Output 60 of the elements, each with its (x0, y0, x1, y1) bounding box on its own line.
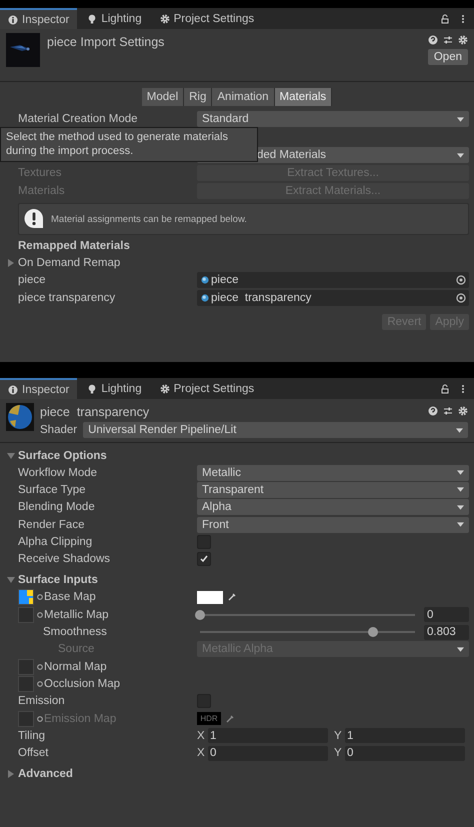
field-label: Occlusion Map (44, 678, 120, 690)
section-tab[interactable]: Rig (184, 88, 212, 106)
window-tab[interactable]: Lighting (79, 378, 150, 399)
number-field[interactable]: 1 (208, 728, 328, 744)
section-tab[interactable]: Model (142, 88, 184, 106)
section-foldout[interactable]: Advanced (0, 766, 474, 783)
field-label: Material Creation Mode (18, 113, 138, 125)
field-label: Alpha Clipping (18, 536, 92, 548)
shader-dropdown[interactable]: Universal Render Pipeline/Lit (83, 422, 468, 438)
section-tab[interactable]: Materials (274, 88, 332, 106)
material-title: piece transparency (40, 405, 150, 419)
dropdown[interactable]: Front (197, 516, 469, 533)
field-label: Offset (18, 747, 48, 760)
field-label: Smoothness (43, 626, 107, 638)
axis-label: X (197, 730, 206, 742)
field-label: Normal Map (44, 660, 107, 673)
field-label: Render Face (18, 518, 84, 531)
field-label: Workflow Mode (18, 466, 98, 479)
field-label: Source (58, 643, 94, 656)
window-tab[interactable]: Project Settings (152, 8, 262, 29)
field-label: Emission (18, 695, 65, 708)
foldout[interactable]: On Demand Remap (0, 254, 474, 271)
open-button[interactable]: Open (428, 49, 468, 65)
field-label: Tiling (18, 730, 46, 742)
section-heading: Remapped Materials (17, 239, 131, 254)
window-tab[interactable]: Lighting (79, 8, 150, 29)
field-label: piece (18, 274, 46, 286)
window-tab[interactable]: Project Settings (152, 378, 262, 399)
object-field[interactable]: piece transparency (197, 290, 469, 306)
number-field[interactable]: 0 (208, 746, 328, 761)
field-label: Textures (18, 167, 62, 179)
axis-label: Y (334, 730, 343, 742)
dropdown[interactable]: Standard (197, 111, 469, 127)
object-field[interactable]: piece (197, 272, 469, 288)
help-text: Material assignments can be remapped below. (51, 214, 247, 224)
shader-label: Shader (40, 424, 78, 436)
asset-title: piece Import Settings (47, 35, 164, 51)
window-tab[interactable]: Inspector (0, 378, 78, 399)
field-label: Base Map (44, 591, 96, 604)
window-tab[interactable]: Inspector (0, 8, 78, 29)
field-label: piece transparency (18, 292, 116, 304)
field-label: Emission Map (44, 712, 116, 724)
dropdown[interactable]: Metallic (197, 464, 469, 481)
field-label: Materials (18, 185, 65, 197)
dropdown[interactable]: Transparent (197, 482, 469, 498)
section-foldout[interactable]: Surface Inputs (0, 572, 474, 589)
field-label: Blending Mode (18, 501, 95, 514)
field-label: Surface Type (18, 484, 86, 496)
section-foldout[interactable]: Surface Options (0, 447, 474, 464)
tooltip: Select the method used to generate materials during the import process. (0, 127, 258, 162)
number-field[interactable]: 0.803 (424, 624, 469, 640)
dropdown[interactable]: Alpha (197, 499, 469, 516)
axis-label: X (197, 747, 206, 760)
number-field[interactable]: 0 (345, 746, 465, 761)
number-field[interactable]: 0 (424, 607, 469, 622)
field-label: Metallic Map (44, 608, 109, 621)
number-field[interactable]: 1 (345, 728, 465, 744)
field-label: Receive Shadows (18, 553, 110, 566)
axis-label: Y (334, 747, 343, 760)
section-tab[interactable]: Animation (212, 88, 275, 106)
